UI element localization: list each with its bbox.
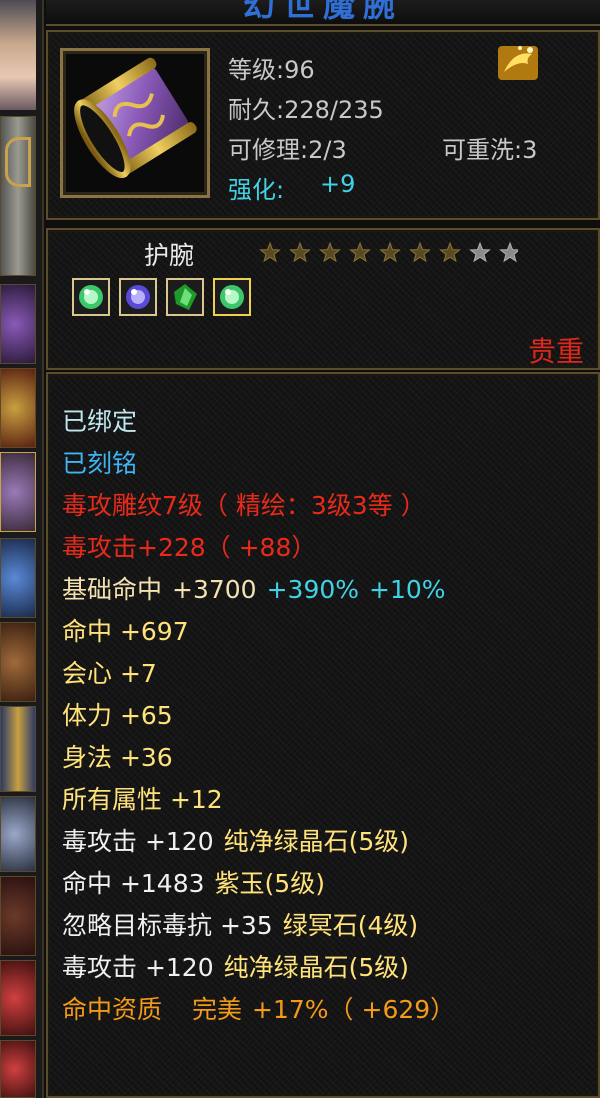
base-hit-pct2: +10%: [369, 575, 446, 604]
equip-slot-7[interactable]: [0, 796, 36, 872]
aptitude-line: 命中资质 完美 +17%（ +629）: [62, 990, 455, 1026]
equip-slot-bracer-selected[interactable]: [0, 452, 36, 532]
gem3-stat: 忽略目标毒抗 +35: [62, 911, 273, 940]
equip-slot-4[interactable]: [0, 538, 36, 618]
agility-line: 身法 +36: [62, 743, 173, 772]
star-empty-icon: [499, 241, 518, 263]
hit-line: 命中 +697: [62, 617, 189, 646]
star-filled-icon: [289, 241, 311, 263]
gem3-name: 绿冥石(4级): [282, 911, 419, 940]
bound-status: 已绑定: [62, 407, 138, 436]
star-filled-icon: [319, 241, 341, 263]
gem1-line: 毒攻击 +120 纯净绿晶石(5级): [62, 822, 409, 858]
base-hit-label: 基础命中: [62, 575, 163, 604]
purple-jade-gem-icon: [126, 285, 150, 309]
gem4-line: 毒攻击 +120 纯净绿晶石(5级): [62, 948, 409, 984]
weapon-icon: [5, 137, 31, 187]
equip-slot-2[interactable]: [0, 368, 36, 448]
equipment-slot-strip: [0, 0, 44, 1098]
item-type-name: 护腕: [144, 241, 195, 270]
item-level: 等级:96: [228, 56, 315, 84]
item-rarity: 贵重: [527, 335, 584, 368]
aptitude-label: 命中资质: [62, 995, 163, 1024]
star-filled-icon: [349, 241, 371, 263]
bracer-item-icon: [60, 48, 210, 198]
item-name-section: 护腕 贵重: [46, 228, 600, 370]
gem2-stat: 命中 +1483: [62, 869, 205, 898]
item-enhance-value: +9: [320, 170, 356, 198]
poison-attack-line: 毒攻击+228（ +88）: [62, 533, 317, 562]
star-filled-icon: [439, 241, 461, 263]
gem4-stat: 毒攻击 +120: [62, 953, 214, 982]
gem4-name: 纯净绿晶石(5级): [223, 953, 410, 982]
engraved-status: 已刻铭: [62, 449, 138, 478]
all-attributes-line: 所有属性 +12: [62, 785, 223, 814]
base-hit-pct1: +390%: [266, 575, 360, 604]
gem1-name: 纯净绿晶石(5级): [223, 827, 410, 856]
star-rating: [259, 241, 518, 263]
aptitude-grade: 完美: [192, 995, 243, 1024]
equip-slot-9[interactable]: [0, 960, 36, 1036]
gem-slot-2[interactable]: [119, 278, 157, 316]
green-dark-gem-icon: [174, 284, 197, 310]
equip-slot-6[interactable]: [0, 706, 36, 792]
equip-slot-1[interactable]: [0, 284, 36, 364]
equip-slot-10[interactable]: [0, 1040, 36, 1098]
star-empty-icon: [469, 241, 491, 263]
item-repair-count: 可修理:2/3: [228, 136, 347, 164]
item-attributes-section: 已绑定 已刻铭 毒攻雕纹7级（ 精绘：3级3等 ） 毒攻击+228（ +88） …: [46, 372, 600, 1098]
gem2-line: 命中 +1483 紫玉(5级): [62, 864, 325, 900]
item-rewash-count: 可重洗:3: [442, 136, 538, 164]
base-hit-line: 基础命中 +3700 +390% +10%: [62, 570, 446, 606]
equip-slot-8[interactable]: [0, 876, 36, 956]
item-durability: 耐久:228/235: [228, 96, 384, 124]
star-filled-icon: [379, 241, 401, 263]
gem-slot-3[interactable]: [166, 278, 204, 316]
star-filled-icon: [409, 241, 431, 263]
aptitude-value: +17%（ +629）: [252, 995, 456, 1024]
item-enhance-label: 强化:: [228, 176, 285, 204]
item-title: 幻世魔腕: [242, 0, 403, 24]
character-portrait: [0, 0, 36, 110]
item-title-bar: 幻世魔腕: [46, 0, 600, 26]
green-crystal-gem-icon: [220, 285, 244, 309]
gem3-line: 忽略目标毒抗 +35 绿冥石(4级): [62, 906, 418, 942]
item-tooltip-panel: 幻世魔腕 等级:96 耐久:228/235 可修理:2/3 可重洗:3 强化: …: [46, 0, 600, 1098]
vitality-line: 体力 +65: [62, 701, 173, 730]
item-header-section: 等级:96 耐久:228/235 可修理:2/3 可重洗:3 强化: +9: [46, 30, 600, 220]
gem-slot-4[interactable]: [213, 278, 251, 316]
gem-slot-1[interactable]: [72, 278, 110, 316]
gem1-stat: 毒攻击 +120: [62, 827, 214, 856]
base-hit-value: +3700: [172, 575, 257, 604]
star-filled-icon: [259, 241, 281, 263]
crit-line: 会心 +7: [62, 659, 157, 688]
equip-slot-weapon[interactable]: [0, 116, 36, 276]
bracer-icon: [74, 57, 197, 179]
enchant-scroll-icon[interactable]: [496, 42, 540, 82]
equip-slot-5[interactable]: [0, 622, 36, 702]
gem2-name: 紫玉(5级): [214, 869, 325, 898]
green-crystal-gem-icon: [79, 285, 103, 309]
carving-line: 毒攻雕纹7级（ 精绘：3级3等 ）: [62, 491, 426, 520]
